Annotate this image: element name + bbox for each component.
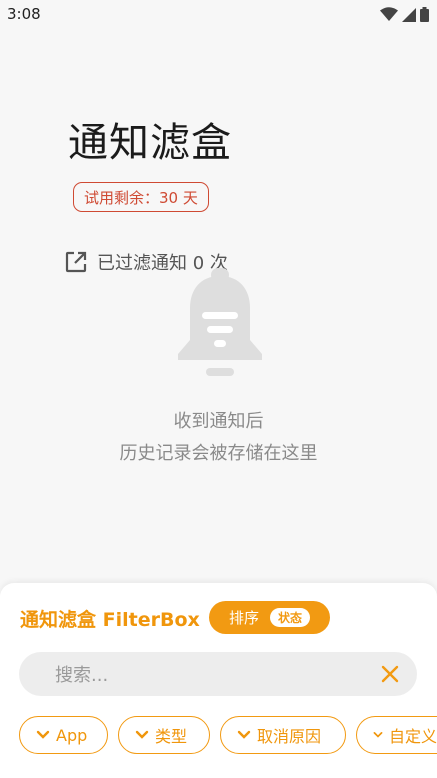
chevron-down-icon xyxy=(237,730,251,739)
open-external-icon xyxy=(65,251,87,273)
brand-name: 通知滤盒 FilterBox xyxy=(20,609,200,631)
cell-signal-icon xyxy=(402,7,416,22)
filter-bottom-sheet: 通知滤盒 FilterBox 排序 状态 App 类型 xyxy=(0,583,437,778)
clear-icon[interactable] xyxy=(381,665,399,683)
filter-chip-type[interactable]: 类型 xyxy=(118,716,210,754)
empty-state-line-2: 历史记录会被存储在这里 xyxy=(119,443,318,464)
chevron-down-icon xyxy=(36,730,50,739)
sort-button[interactable]: 排序 状态 xyxy=(209,601,330,634)
battery-icon xyxy=(420,7,429,22)
filter-chip-cancel-reason[interactable]: 取消原因 xyxy=(220,716,346,754)
page-title: 通知滤盒 xyxy=(68,120,232,166)
status-bar: 3:08 xyxy=(0,0,437,30)
filter-chip-label: 取消原因 xyxy=(257,727,322,746)
chevron-down-icon xyxy=(373,732,383,738)
status-time: 3:08 xyxy=(7,5,41,23)
status-icons xyxy=(380,7,429,22)
filter-chip-app[interactable]: App xyxy=(19,716,108,754)
filter-chip-label: App xyxy=(56,725,88,745)
search-bar[interactable] xyxy=(19,652,417,696)
filter-chip-label: 类型 xyxy=(155,727,188,746)
bell-icon xyxy=(178,268,262,376)
search-input[interactable] xyxy=(53,662,357,688)
wifi-icon xyxy=(380,7,398,21)
sort-value-badge: 状态 xyxy=(270,608,311,627)
app-screen: 3:08 通知滤盒 试用剩余：30 天 已过滤通知 0 次 收到通知后 历史记录… xyxy=(0,0,437,778)
empty-state-line-1: 收到通知后 xyxy=(173,411,264,432)
trial-badge[interactable]: 试用剩余：30 天 xyxy=(73,182,209,212)
filter-chip-label: 自定义 xyxy=(388,727,437,746)
chevron-down-icon xyxy=(135,730,149,739)
filter-chip-custom[interactable]: 自定义 xyxy=(356,716,437,754)
sort-label: 排序 xyxy=(229,609,260,627)
